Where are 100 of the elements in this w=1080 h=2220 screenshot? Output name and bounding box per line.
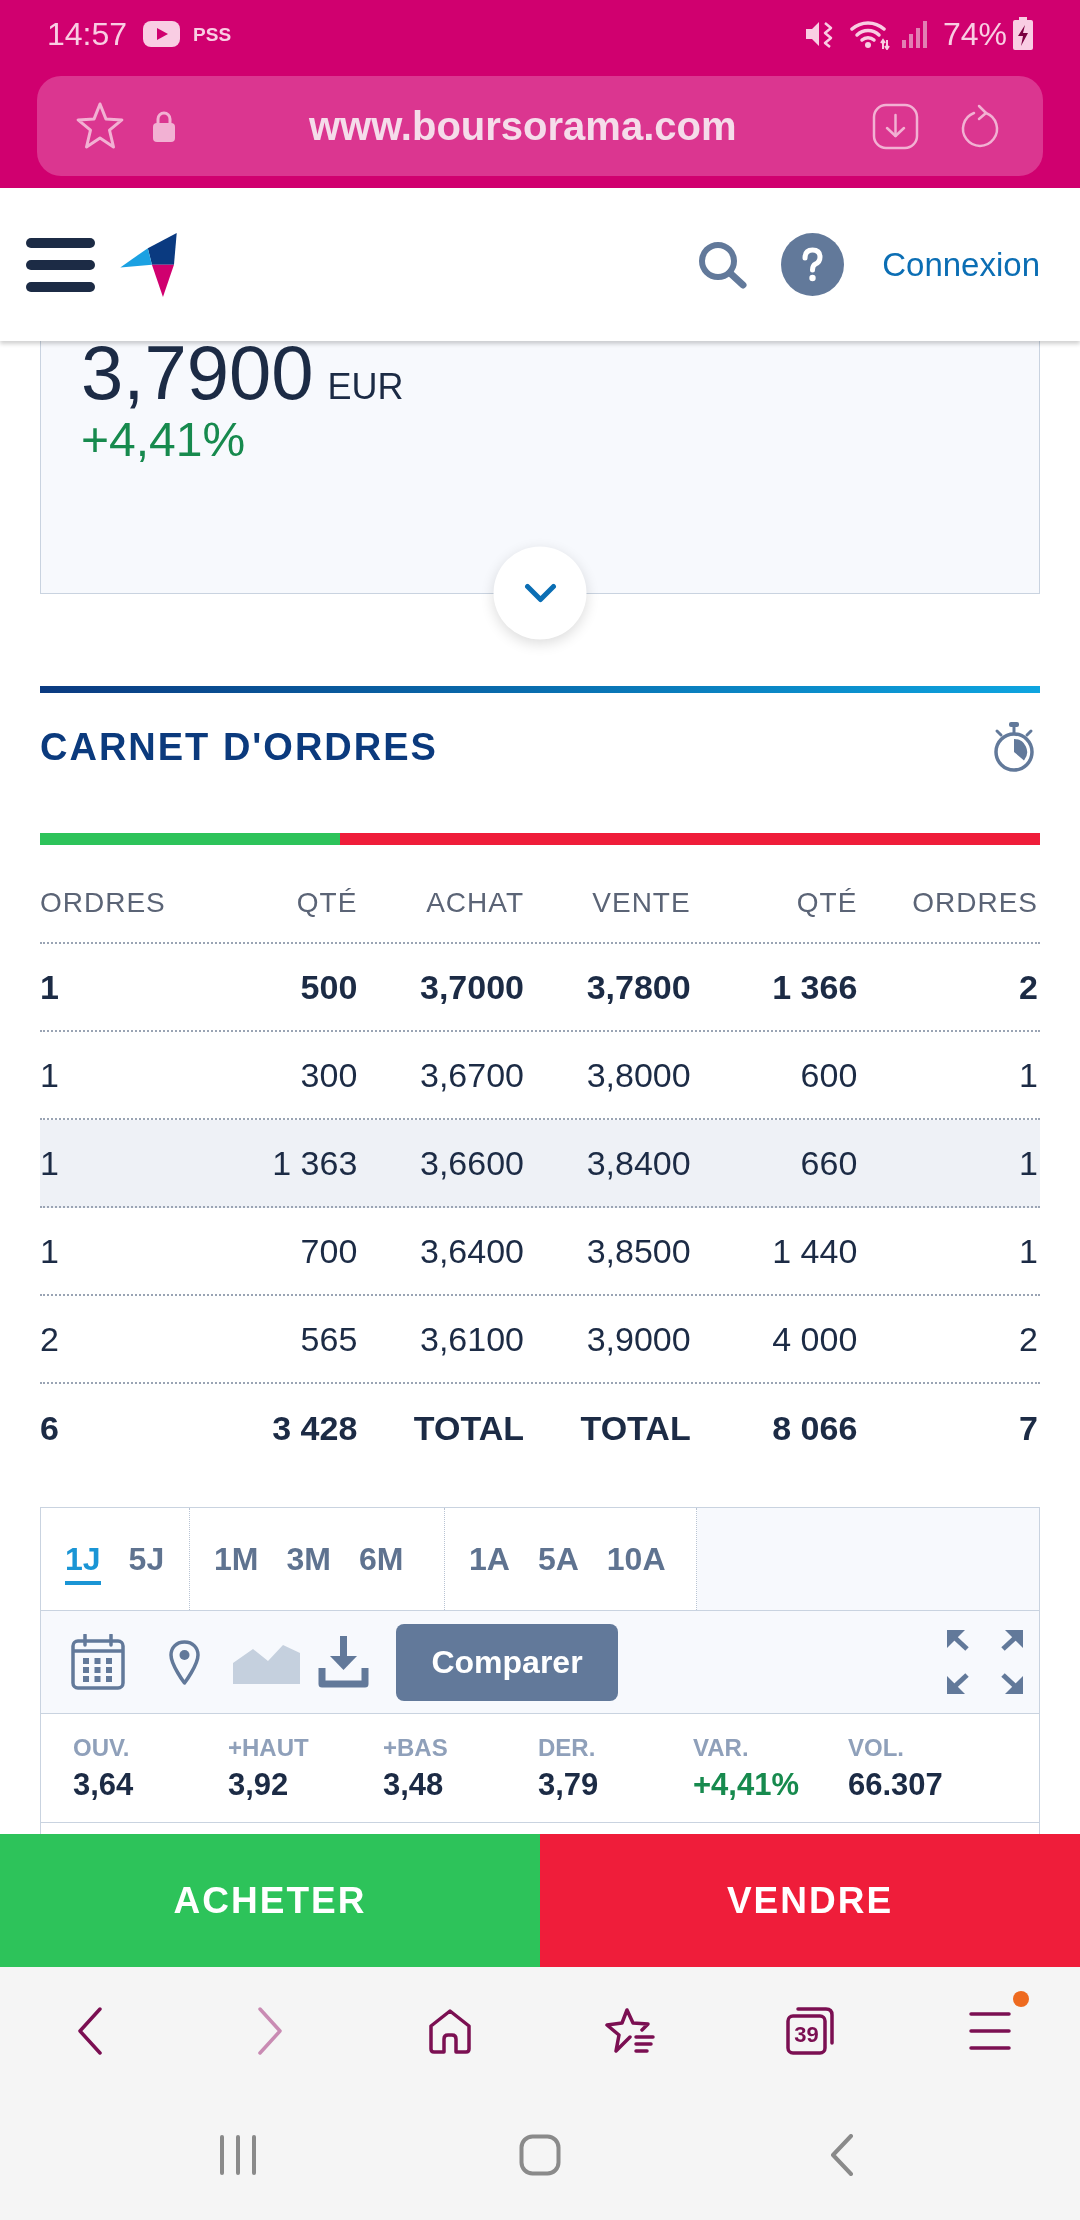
table-cell-text: 4 000: [771, 1322, 859, 1356]
recent-apps-button[interactable]: [219, 2134, 257, 2175]
period-tab[interactable]: 1A: [469, 1533, 510, 1585]
column-header: ORDRES: [40, 888, 167, 917]
quote-currency: EUR: [327, 369, 404, 405]
table-cell-text: 3,8400: [585, 1146, 692, 1180]
table-cell-text: 2: [1018, 970, 1039, 1004]
table-cell-text: TOTAL: [412, 1411, 525, 1445]
download-icon: [872, 102, 919, 150]
period-tab[interactable]: 5A: [537, 1533, 579, 1585]
notification-label: PSS: [193, 24, 232, 44]
home-icon: [428, 2007, 472, 2055]
stat-label: DER.: [538, 1736, 596, 1760]
quote-change: +4,41%: [81, 415, 246, 464]
video-app-icon: [143, 21, 181, 47]
table-cell-text: 3,6400: [419, 1234, 525, 1268]
table-cell-text: 600: [799, 1058, 859, 1092]
column-header: ACHAT: [425, 888, 525, 917]
column-header: VENTE: [591, 888, 692, 917]
download-button[interactable]: [872, 102, 919, 150]
table-cell-text: 300: [299, 1058, 359, 1092]
table-cell-text: TOTAL: [579, 1411, 692, 1445]
table-cell-text: 2: [1018, 1322, 1039, 1356]
table-cell-text: 1: [40, 1234, 60, 1268]
menu-button[interactable]: [26, 237, 95, 292]
table-cell-text: 3,8500: [585, 1234, 692, 1268]
wifi-icon: [849, 18, 890, 50]
calendar-icon: [71, 1634, 125, 1690]
stopwatch-icon[interactable]: [993, 722, 1035, 772]
stat-label: +BAS: [383, 1736, 448, 1760]
table-cell-text: 700: [299, 1234, 359, 1268]
login-link[interactable]: Connexion: [882, 248, 1040, 281]
table-cell-text: 3,6100: [419, 1322, 525, 1356]
chevron-left-icon: [77, 2006, 103, 2056]
table-cell-text: 6: [40, 1411, 60, 1445]
search-button[interactable]: [698, 240, 749, 289]
table-cell-text: 2: [40, 1322, 60, 1356]
stat-value: 3,64: [73, 1769, 134, 1800]
calendar-button[interactable]: [71, 1634, 125, 1690]
period-tab[interactable]: 1J: [65, 1533, 101, 1585]
table-cell-text: 565: [299, 1322, 359, 1356]
address-bar[interactable]: www.boursorama.com: [37, 76, 1043, 176]
table-cell-text: 3 428: [271, 1411, 359, 1445]
table-cell-text: 7: [1018, 1411, 1039, 1445]
table-cell-text: 3,6600: [419, 1146, 525, 1180]
stat-value: +4,41%: [693, 1769, 799, 1800]
recent-apps-icon: [219, 2134, 257, 2175]
battery-icon: [1012, 17, 1034, 51]
search-icon: [698, 240, 749, 289]
table-cell-text: 500: [299, 970, 359, 1004]
trade-button[interactable]: VENDRE: [540, 1834, 1080, 1967]
home-square-icon: [519, 2133, 561, 2176]
status-time: 14:57: [47, 18, 128, 50]
table-cell-text: 1 363: [271, 1146, 359, 1180]
period-tab[interactable]: 6M: [358, 1533, 404, 1585]
chevron-right-icon: [257, 2006, 283, 2056]
help-button[interactable]: [781, 233, 845, 296]
fullscreen-icon: [947, 1630, 1023, 1694]
fullscreen-button[interactable]: [947, 1630, 1023, 1694]
chevron-left-icon: [830, 2133, 854, 2176]
stat-label: +HAUT: [228, 1736, 309, 1760]
logo-icon[interactable]: [120, 232, 177, 297]
url-text[interactable]: www.boursorama.com: [309, 106, 737, 146]
column-header: ORDRES: [911, 888, 1039, 917]
star-list-icon: [605, 2007, 655, 2055]
menu-icon: [969, 2011, 1011, 2051]
section-title: CARNET D'ORDRES: [40, 728, 438, 766]
period-tab[interactable]: 5J: [128, 1533, 165, 1585]
table-cell-text: 1: [40, 1146, 60, 1180]
column-header: QTÉ: [795, 888, 859, 917]
tabs-button[interactable]: 39: [786, 2007, 834, 2055]
compare-button[interactable]: Comparer: [396, 1623, 618, 1701]
stat-value: 66.307: [848, 1769, 943, 1800]
export-button[interactable]: [318, 1636, 369, 1688]
system-back-button[interactable]: [830, 2133, 854, 2176]
star-icon: [74, 101, 126, 151]
stat-label: OUV.: [73, 1736, 130, 1760]
table-cell-text: 3,7000: [419, 970, 525, 1004]
table-cell-text: 1 366: [771, 970, 859, 1004]
lock-icon: [152, 109, 176, 143]
system-home-button[interactable]: [519, 2133, 561, 2176]
menu-icon: [26, 237, 95, 292]
column-header: QTÉ: [295, 888, 359, 917]
table-cell-text: 660: [799, 1146, 859, 1180]
tabs-icon: [786, 2007, 834, 2055]
bookmark-button[interactable]: [74, 101, 126, 151]
marker-button[interactable]: [169, 1639, 200, 1685]
period-tab[interactable]: 10A: [606, 1533, 666, 1585]
table-cell-text: 1 440: [771, 1234, 859, 1268]
download-icon: [318, 1636, 369, 1688]
table-cell-text: 1: [40, 1058, 60, 1092]
period-tab[interactable]: 3M: [286, 1533, 331, 1585]
stat-value: 3,48: [383, 1769, 444, 1800]
chevron-down-icon: [524, 583, 556, 603]
period-tab[interactable]: 1M: [214, 1533, 259, 1585]
stat-value: 3,79: [538, 1769, 599, 1800]
map-pin-icon: [169, 1639, 200, 1685]
table-cell-text: 3,8000: [585, 1058, 692, 1092]
table-cell-text: 3,9000: [585, 1322, 692, 1356]
battery-percent: 74%: [942, 18, 1007, 50]
